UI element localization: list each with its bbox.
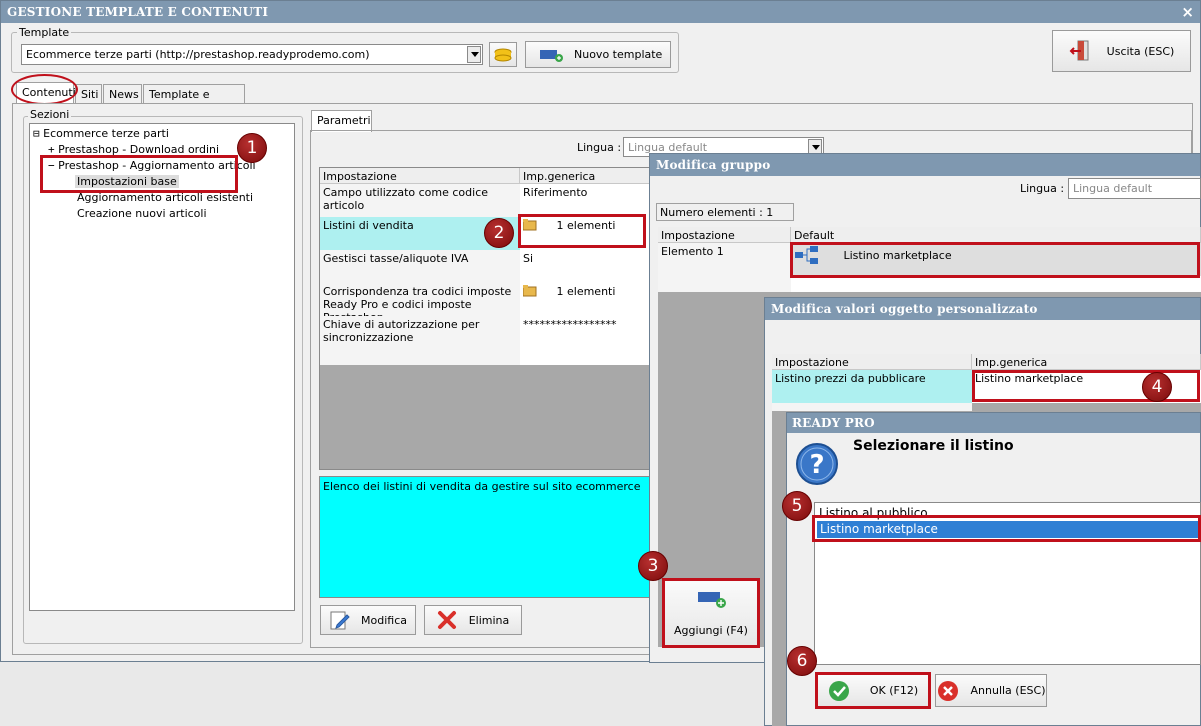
svg-text:?: ?	[809, 450, 824, 480]
tree-root[interactable]: ⊟ Ecommerce terze parti	[33, 127, 169, 140]
group-dialog-title: Modifica gruppo	[650, 154, 1200, 176]
ready-dialog-title: READY PRO	[787, 413, 1200, 433]
group-lingua-select[interactable]: Lingua default	[1068, 178, 1201, 199]
window-title: GESTIONE TEMPLATE E CONTENUTI	[1, 1, 1200, 23]
col-header-setting: Impostazione	[320, 168, 520, 184]
highlight-ok	[815, 672, 931, 709]
new-template-label: Nuovo template	[574, 48, 663, 61]
tab-template-plugins[interactable]: Template e plugins	[143, 84, 245, 114]
new-template-button[interactable]: Nuovo template	[525, 41, 671, 68]
step-badge-2: 2	[484, 218, 514, 248]
tab-siti-label: Siti	[81, 88, 99, 101]
grid-empty-row	[658, 276, 791, 292]
database-icon	[494, 48, 512, 61]
contenuti-highlight	[11, 74, 78, 105]
close-icon[interactable]: ×	[1181, 3, 1194, 21]
step-badge-4: 4	[1142, 372, 1172, 402]
step-badge-6: 6	[787, 646, 817, 676]
param-setting[interactable]: Campo utilizzato come codice articolo	[320, 184, 520, 217]
col-header-generic: Imp.generica	[520, 168, 655, 184]
step-badge-3: 3	[638, 551, 668, 581]
tab-news-label: News	[109, 88, 139, 101]
params-grid: Impostazione Imp.generica Campo utilizza…	[319, 167, 655, 470]
param-setting[interactable]: Gestisci tasse/aliquote IVA	[320, 250, 520, 283]
custom-row-setting[interactable]: Listino prezzi da pubblicare	[772, 370, 972, 403]
exit-door-icon	[1069, 40, 1089, 61]
param-value[interactable]: Riferimento	[520, 184, 655, 217]
sections-label: Sezioni	[28, 108, 72, 121]
cancel-button[interactable]: Annulla (ESC)	[935, 674, 1047, 707]
group-dialog-title-text: Modifica gruppo	[656, 158, 771, 172]
exit-button[interactable]: Uscita (ESC)	[1052, 30, 1191, 72]
highlight-listino	[812, 515, 1201, 542]
delete-label: Elimina	[468, 613, 510, 627]
add-template-icon	[540, 49, 563, 62]
template-select[interactable]: Ecommerce terze parti (http://prestashop…	[21, 44, 483, 65]
highlight-add	[662, 578, 760, 648]
edit-icon	[330, 611, 350, 630]
param-value[interactable]: *****************	[520, 316, 655, 349]
highlight-group-row	[790, 242, 1200, 278]
grid-empty-row	[520, 349, 655, 365]
exit-label: Uscita (ESC)	[1106, 44, 1175, 58]
modify-button[interactable]: Modifica	[320, 605, 416, 635]
tab-siti[interactable]: Siti	[75, 84, 102, 104]
param-value[interactable]: 1 elementi	[520, 283, 655, 316]
group-lingua-label: Lingua :	[1020, 182, 1065, 195]
ready-dialog-title-text: READY PRO	[792, 416, 875, 430]
modify-label: Modifica	[361, 613, 407, 627]
window-title-text: GESTIONE TEMPLATE E CONTENUTI	[7, 5, 269, 19]
ready-heading: Selezionare il listino	[853, 438, 1014, 454]
group-count: Numero elementi : 1	[656, 203, 794, 221]
template-group-label: Template	[17, 26, 72, 39]
folder-icon	[522, 285, 537, 297]
highlight-tree	[40, 155, 238, 193]
highlight-listini	[518, 214, 646, 248]
grid-empty-row	[791, 276, 1201, 292]
group-col-default: Default	[791, 227, 1201, 243]
lingua-label: Lingua :	[577, 141, 622, 154]
question-icon: ?	[796, 443, 838, 485]
template-select-value: Ecommerce terze parti (http://prestashop…	[26, 48, 370, 61]
delete-button[interactable]: Elimina	[424, 605, 522, 635]
tree-item-label: Creazione nuovi articoli	[77, 207, 207, 220]
tree-item-creazione-nuovi[interactable]: Creazione nuovi articoli	[77, 207, 207, 220]
custom-col-generic: Imp.generica	[972, 354, 1201, 370]
tab-news[interactable]: News	[103, 84, 142, 104]
grid-empty-row	[320, 349, 520, 365]
tab-parametri[interactable]: Parametri	[311, 110, 372, 132]
description-box: Elenco dei listini di vendita da gestire…	[319, 476, 654, 598]
cancel-icon	[937, 680, 958, 701]
custom-col-setting: Impostazione	[772, 354, 972, 370]
param-setting[interactable]: Chiave di autorizzazione per sincronizza…	[320, 316, 520, 349]
database-button[interactable]	[489, 42, 517, 67]
step-badge-1: 1	[237, 133, 267, 163]
cancel-label: Annulla (ESC)	[970, 684, 1046, 697]
tab-parametri-label: Parametri	[317, 114, 371, 127]
chevron-down-icon[interactable]	[467, 46, 481, 63]
param-value[interactable]: Si	[520, 250, 655, 283]
group-row-setting[interactable]: Elemento 1	[658, 243, 791, 276]
param-value-text: 1 elementi	[556, 285, 616, 298]
group-col-setting: Impostazione	[658, 227, 791, 243]
step-badge-5: 5	[782, 491, 812, 521]
sections-tree[interactable]: ⊟ Ecommerce terze parti + Prestashop - D…	[29, 123, 295, 611]
grid-empty-row	[772, 403, 972, 411]
custom-dialog-title-text: Modifica valori oggetto personalizzato	[771, 302, 1038, 316]
delete-icon	[437, 611, 456, 629]
tree-root-label: Ecommerce terze parti	[43, 127, 169, 140]
param-setting[interactable]: Corrispondenza tra codici imposte Ready …	[320, 283, 520, 316]
custom-dialog-title: Modifica valori oggetto personalizzato	[765, 298, 1200, 320]
